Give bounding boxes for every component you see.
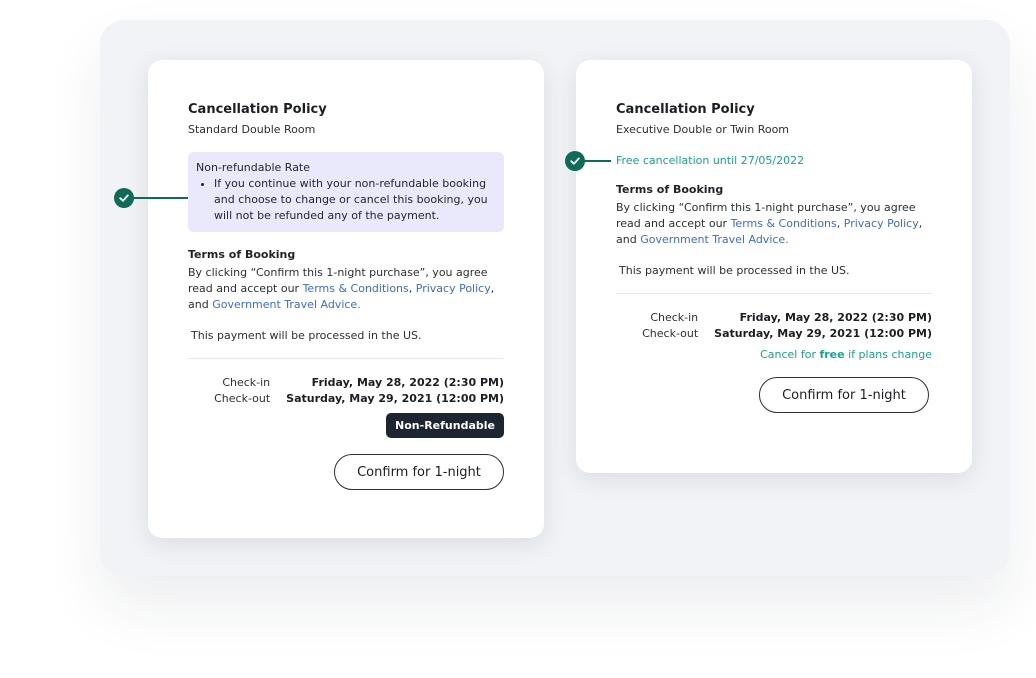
travel-advice-link[interactable]: Government Travel Advice. <box>640 233 788 246</box>
terms-heading: Terms of Booking <box>188 248 296 261</box>
cancel-free-suffix: if plans change <box>844 348 932 361</box>
non-refundable-notice: Non-refundable Rate If you continue with… <box>188 152 504 232</box>
cancel-free-prefix: Cancel for <box>760 348 820 361</box>
check-circle-icon <box>565 151 585 171</box>
divider <box>188 358 504 359</box>
card-title: Cancellation Policy <box>188 102 327 117</box>
cancellation-card-executive: Cancellation Policy Executive Double or … <box>576 60 972 473</box>
terms-heading: Terms of Booking <box>616 183 724 196</box>
non-refundable-bullet: If you continue with your non-refundable… <box>214 176 496 224</box>
terms-text: By clicking “Confirm this 1-night purcha… <box>188 265 504 313</box>
checkin-label: Check-in <box>222 376 271 389</box>
non-refundable-title: Non-refundable Rate <box>196 161 311 174</box>
checkin-value: Friday, May 28, 2022 (2:30 PM) <box>311 376 504 389</box>
checkout-label: Check-out <box>642 327 699 340</box>
confirm-button[interactable]: Confirm for 1-night <box>759 377 929 413</box>
checkout-value: Saturday, May 29, 2021 (12:00 PM) <box>714 327 932 340</box>
card-title: Cancellation Policy <box>616 102 755 117</box>
checkout-value: Saturday, May 29, 2021 (12:00 PM) <box>286 392 504 405</box>
travel-advice-link[interactable]: Government Travel Advice. <box>212 298 360 311</box>
non-refundable-badge: Non-Refundable <box>386 413 504 438</box>
privacy-policy-link[interactable]: Privacy Policy <box>844 217 919 230</box>
payment-location-note: This payment will be processed in the US… <box>619 264 850 277</box>
cancel-free-note: Cancel for free if plans change <box>616 348 932 361</box>
stay-dates: Check-in Friday, May 28, 2022 (2:30 PM) … <box>616 310 932 342</box>
checkin-label: Check-in <box>650 311 699 324</box>
checkout-label: Check-out <box>214 392 271 405</box>
terms-conditions-link[interactable]: Terms & Conditions <box>303 282 409 295</box>
checkin-value: Friday, May 28, 2022 (2:30 PM) <box>739 311 932 324</box>
non-refundable-list: If you continue with your non-refundable… <box>196 176 496 224</box>
room-name: Executive Double or Twin Room <box>616 123 790 136</box>
payment-location-note: This payment will be processed in the US… <box>191 329 422 342</box>
terms-conditions-link[interactable]: Terms & Conditions <box>731 217 837 230</box>
privacy-policy-link[interactable]: Privacy Policy <box>416 282 491 295</box>
check-circle-icon <box>114 188 134 208</box>
room-name: Standard Double Room <box>188 123 316 136</box>
confirm-button[interactable]: Confirm for 1-night <box>334 454 504 490</box>
cancel-free-emphasis: free <box>819 348 845 361</box>
cancellation-card-standard: Cancellation Policy Standard Double Room… <box>148 60 544 538</box>
terms-separator: , <box>408 282 416 295</box>
divider <box>616 293 932 294</box>
free-cancellation-note: Free cancellation until 27/05/2022 <box>616 154 805 167</box>
terms-separator: , <box>836 217 844 230</box>
stay-dates: Check-in Friday, May 28, 2022 (2:30 PM) … <box>188 375 504 407</box>
terms-text: By clicking “Confirm this 1-night purcha… <box>616 200 932 248</box>
